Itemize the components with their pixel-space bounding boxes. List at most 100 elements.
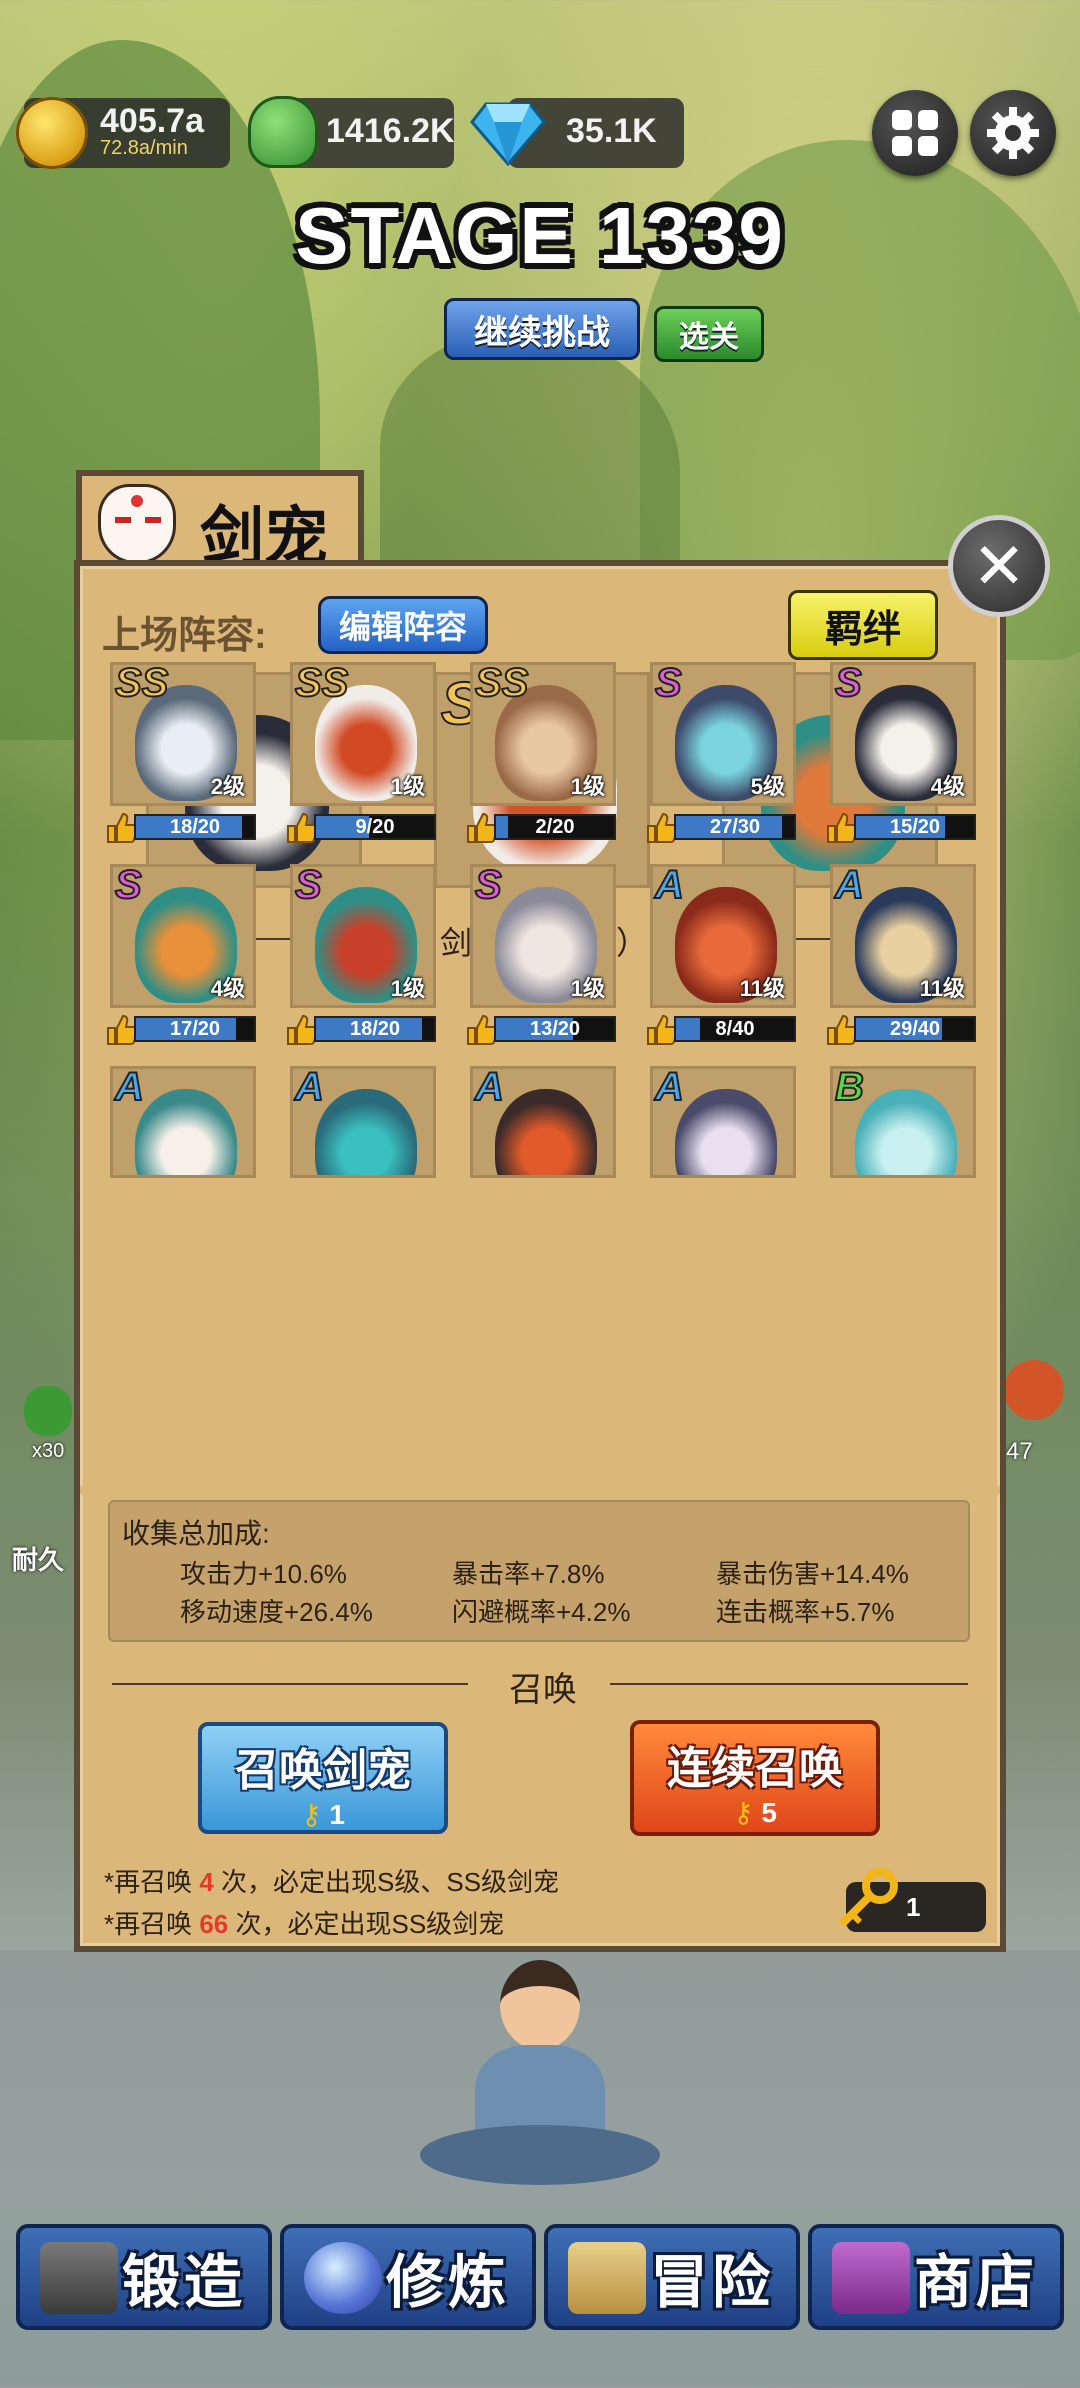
summon-multi-button[interactable]: 连续召唤 ⚷ 5 xyxy=(630,1720,880,1836)
pet-portrait xyxy=(495,1089,597,1175)
panel-tab: 剑宠 xyxy=(76,470,364,573)
summon-multi-cost: 5 xyxy=(761,1797,777,1828)
collection-bonus-box: 收集总加成: 攻击力+10.6% 暴击率+7.8% 暴击伤害+14.4% 移动速… xyxy=(108,1500,970,1642)
upgrade-thumb-icon xyxy=(464,1012,499,1046)
pet-card[interactable]: A 11级 xyxy=(830,864,976,1008)
upgrade-thumb-icon xyxy=(644,1012,679,1046)
pet-card[interactable]: S 4级 xyxy=(830,662,976,806)
jade-counter: 1416.2K xyxy=(248,96,455,168)
lineup-label: 上场阵容: xyxy=(102,615,267,657)
upgrade-thumb-icon xyxy=(644,810,679,844)
shard-progress-bar: 27/30 xyxy=(674,814,796,840)
side-skull-icon xyxy=(24,1386,72,1436)
shard-progress-text: 27/30 xyxy=(709,816,761,838)
nav-shop-label: 商店 xyxy=(913,2250,1038,2315)
upgrade-thumb-icon xyxy=(824,1012,859,1046)
jade-skull-icon xyxy=(248,96,318,168)
upgrade-thumb-icon xyxy=(464,810,499,844)
shard-progress-text: 17/20 xyxy=(169,1018,221,1040)
rank-badge: B xyxy=(834,1066,865,1110)
edit-lineup-button[interactable]: 编辑阵容 xyxy=(318,596,488,654)
pet-card[interactable]: SS 2级 xyxy=(110,662,256,806)
side-right-count: 47 xyxy=(1006,1438,1033,1465)
side-right-arrow-icon[interactable] xyxy=(1004,1360,1064,1420)
upgrade-thumb-icon xyxy=(284,810,319,844)
shard-progress-bar: 8/40 xyxy=(674,1016,796,1042)
shard-progress-text: 29/40 xyxy=(889,1018,941,1040)
menu-grid-button[interactable] xyxy=(872,90,958,176)
shard-progress-bar: 18/20 xyxy=(134,814,256,840)
pet-card[interactable]: S 1级 xyxy=(290,864,436,1008)
pet-card[interactable]: A xyxy=(470,1066,616,1178)
close-button[interactable]: ✕ xyxy=(948,515,1050,617)
shard-progress-bar: 9/20 xyxy=(314,814,436,840)
settings-button[interactable] xyxy=(970,90,1056,176)
stage-title: STAGE 1339 xyxy=(295,191,785,280)
pet-card[interactable]: A 11级 xyxy=(650,864,796,1008)
rank-badge: SS xyxy=(294,662,349,706)
pet-level: 1级 xyxy=(570,774,605,799)
treasure-chest-icon xyxy=(832,2242,910,2314)
nav-forge[interactable]: 锻造 xyxy=(16,2224,272,2330)
pet-card[interactable]: SS 1级 xyxy=(470,662,616,806)
shard-progress-text: 8/40 xyxy=(715,1018,755,1040)
pet-card[interactable]: A xyxy=(650,1066,796,1178)
pet-level: 1级 xyxy=(570,976,605,1001)
rank-badge: A xyxy=(294,1066,325,1110)
rank-badge: A xyxy=(474,1066,505,1110)
pet-card[interactable]: A xyxy=(110,1066,256,1178)
close-icon: ✕ xyxy=(972,529,1026,602)
continue-challenge-button[interactable]: 继续挑战 xyxy=(444,298,640,360)
pet-card[interactable]: S 5级 xyxy=(650,662,796,806)
fox-mask-icon xyxy=(98,484,176,564)
gem-counter: 35.1K xyxy=(470,98,684,168)
shard-progress-bar: 17/20 xyxy=(134,1016,256,1042)
shard-progress-text: 2/20 xyxy=(535,816,575,838)
select-stage-button[interactable]: 选关 xyxy=(654,306,764,362)
pet-card[interactable]: B xyxy=(830,1066,976,1178)
pet-card[interactable]: SS 1级 xyxy=(290,662,436,806)
durability-label: 耐久 xyxy=(12,1545,65,1575)
pet-level: 2级 xyxy=(210,774,245,799)
gem-value: 35.1K xyxy=(566,112,657,150)
bond-button[interactable]: 羁绊 xyxy=(788,590,938,660)
pet-level: 5级 xyxy=(750,774,785,799)
pet-level: 11级 xyxy=(739,976,785,1001)
summon-multi-label: 连续召唤 xyxy=(667,1744,843,1793)
pet-card[interactable]: S 4级 xyxy=(110,864,256,1008)
shard-progress-text: 18/20 xyxy=(169,816,221,838)
upgrade-thumb-icon xyxy=(104,810,139,844)
shard-progress-text: 9/20 xyxy=(355,816,395,838)
rank-badge: S xyxy=(294,864,323,908)
pet-level: 4级 xyxy=(210,976,245,1001)
nav-adventure-label: 冒险 xyxy=(649,2250,774,2315)
shard-progress-bar: 18/20 xyxy=(314,1016,436,1042)
rank-badge: A xyxy=(654,864,685,908)
pet-grid-scroll-fade xyxy=(80,1486,1000,1494)
upgrade-thumb-icon xyxy=(824,810,859,844)
rank-badge: A xyxy=(834,864,865,908)
map-scroll-icon xyxy=(568,2242,646,2314)
pet-card[interactable]: S 1级 xyxy=(470,864,616,1008)
pet-level: 1级 xyxy=(390,774,425,799)
pet-card[interactable]: A xyxy=(290,1066,436,1178)
summon-one-button[interactable]: 召唤剑宠 ⚷ 1 xyxy=(198,1722,448,1834)
summon-key-icon: ⚷ xyxy=(733,1797,754,1828)
key-icon xyxy=(840,1868,898,1926)
gold-value: 405.7a xyxy=(100,102,204,140)
shard-progress-bar: 15/20 xyxy=(854,814,976,840)
shard-progress-text: 15/20 xyxy=(889,816,941,838)
pet-level: 1级 xyxy=(390,976,425,1001)
nav-adventure[interactable]: 冒险 xyxy=(544,2224,800,2330)
summon-key-icon: ⚷ xyxy=(301,1799,322,1830)
summon-title: 召唤 xyxy=(509,1671,577,1709)
rank-badge: A xyxy=(654,1066,685,1110)
pet-portrait xyxy=(315,1089,417,1175)
nav-shop[interactable]: 商店 xyxy=(808,2224,1064,2330)
anvil-icon xyxy=(40,2242,118,2314)
rank-badge: S xyxy=(114,864,143,908)
side-left-count: x30 xyxy=(32,1440,65,1462)
hero-character xyxy=(420,1960,660,2200)
nav-cultivate[interactable]: 修炼 xyxy=(280,2224,536,2330)
note-line-2: *再召唤 66 次，必定出现SS级剑宠 xyxy=(104,1909,505,1939)
